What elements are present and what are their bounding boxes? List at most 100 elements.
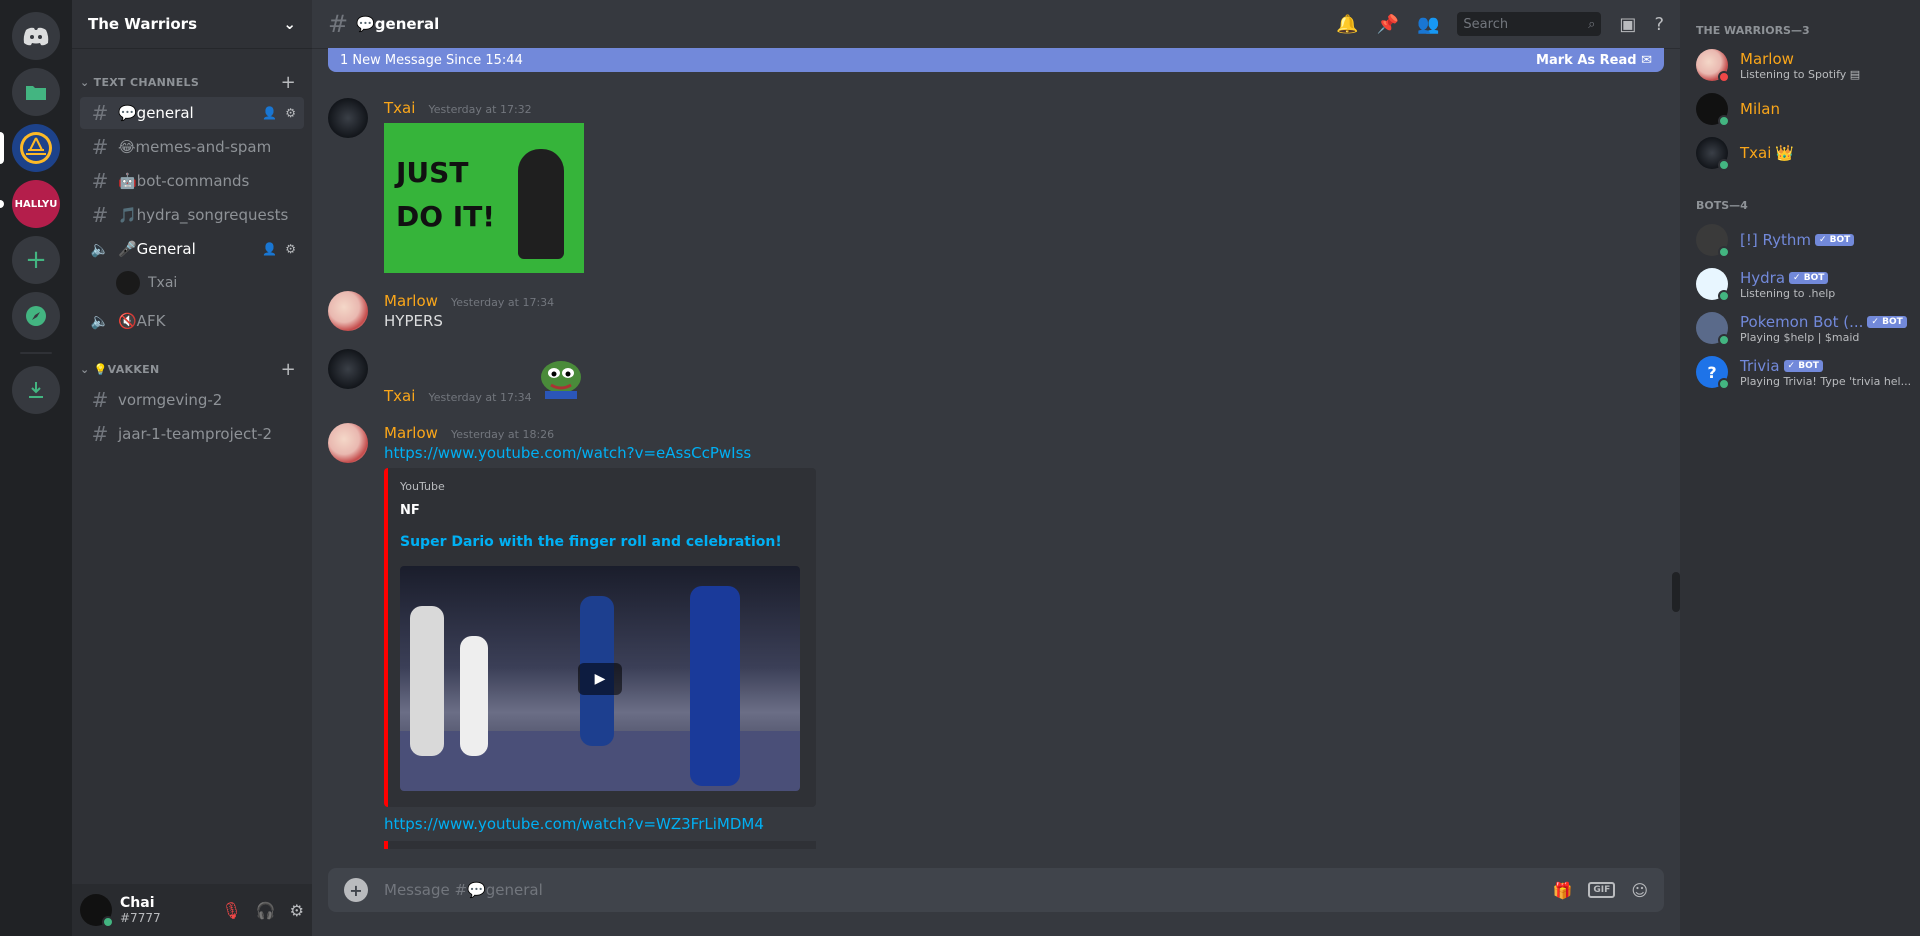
embed-title[interactable]: Super Dario with the finger roll and cel… — [400, 534, 800, 550]
channel-vormgeving[interactable]: # vormgeving-2 — [80, 384, 304, 416]
add-channel-icon[interactable]: + — [281, 72, 296, 93]
avatar[interactable] — [328, 349, 368, 389]
add-channel-icon[interactable]: + — [281, 359, 296, 380]
message-composer[interactable]: + Message #💬general 🎁 GIF ☺ — [328, 868, 1664, 912]
gif-text-line: JUST — [396, 156, 469, 189]
pepe-emoji[interactable] — [537, 353, 585, 401]
message-author[interactable]: Marlow — [384, 292, 438, 310]
bot-badge: ✓ BOT — [1783, 359, 1823, 372]
member-item[interactable]: Pokemon Bot (... ✓ BOT Playing $help | $m… — [1696, 306, 1912, 350]
help-icon[interactable]: ? — [1654, 14, 1664, 35]
headphones-icon[interactable]: 🎧 — [256, 901, 276, 920]
mark-as-read-button[interactable]: Mark As Read — [1536, 53, 1637, 68]
member-item[interactable]: Hydra ✓ BOT Listening to .help — [1696, 262, 1912, 306]
message-input[interactable]: Message #💬general — [384, 881, 1553, 899]
hash-icon: # — [91, 388, 109, 412]
discord-home-icon[interactable] — [12, 12, 60, 60]
server-hallyu-icon[interactable]: HALLYU — [0, 180, 60, 228]
member-item[interactable]: Marlow Listening to Spotify ▤ — [1696, 43, 1912, 87]
chevron-down-icon: ⌄ — [283, 15, 296, 33]
channel-hydra[interactable]: # 🎵hydra_songrequests — [80, 199, 304, 231]
online-status-icon — [1718, 115, 1730, 127]
member-item[interactable]: [!] Rythm ✓ BOT — [1696, 218, 1912, 262]
online-status-icon — [1718, 159, 1730, 171]
add-server-icon[interactable]: + — [12, 236, 60, 284]
avatar[interactable] — [328, 98, 368, 138]
search-input[interactable]: Search ⌕ — [1457, 12, 1602, 36]
channel-memes[interactable]: # 😂memes-and-spam — [80, 131, 304, 163]
voice-channel-afk[interactable]: 🔈 🔇AFK — [80, 305, 304, 337]
member-item[interactable]: ? Trivia ✓ BOT Playing Trivia! Type 'triv… — [1696, 350, 1912, 394]
online-status-icon — [1718, 290, 1730, 302]
new-messages-banner[interactable]: 1 New Message Since 15:44 Mark As Read ✉ — [328, 48, 1664, 72]
category-label: 💡VAKKEN — [93, 363, 160, 376]
folder-icon[interactable] — [12, 68, 60, 116]
invite-icon[interactable]: 👤 — [262, 106, 277, 120]
member-name: Pokemon Bot (... — [1740, 312, 1864, 331]
server-header[interactable]: The Warriors ⌄ — [72, 0, 312, 48]
member-item[interactable]: Milan — [1696, 87, 1912, 131]
bell-icon[interactable]: 🔔 — [1336, 14, 1358, 35]
avatar — [1696, 312, 1730, 346]
video-thumbnail[interactable]: ▶ — [400, 566, 800, 791]
chat-area: # 💬general 🔔 📌 👥 Search ⌕ ▣ ? 1 New Mess… — [312, 0, 1680, 936]
scrollbar-thumb[interactable] — [1672, 572, 1680, 612]
player-figure — [690, 586, 740, 786]
explore-servers-icon[interactable] — [12, 292, 60, 340]
gift-icon[interactable]: 🎁 — [1553, 881, 1573, 900]
just-do-it-gif[interactable]: JUST DO IT! — [384, 123, 584, 273]
member-item[interactable]: Txai 👑 — [1696, 131, 1912, 175]
new-messages-text: 1 New Message Since 15:44 — [340, 52, 523, 68]
embed-provider[interactable]: YouTube — [400, 480, 800, 493]
emoji-icon[interactable]: ☺ — [1631, 881, 1648, 900]
invite-icon[interactable]: 👤 — [262, 242, 277, 256]
mute-mic-icon[interactable]: 🎙 — [221, 901, 241, 920]
channel-label: 🤖bot-commands — [118, 172, 250, 190]
gear-icon[interactable]: ⚙ — [285, 242, 296, 256]
hash-icon: # — [91, 169, 109, 193]
download-apps-icon[interactable] — [12, 366, 60, 414]
gif-text-line: DO IT! — [396, 200, 496, 233]
member-name: Marlow — [1740, 49, 1794, 68]
category-vakken[interactable]: ⌄ 💡VAKKEN + — [80, 339, 304, 384]
user-avatar[interactable] — [80, 894, 114, 928]
youtube-link[interactable]: https://www.youtube.com/watch?v=eAssCcPw… — [384, 444, 816, 462]
crown-icon: 👑 — [1775, 144, 1795, 162]
avatar — [116, 271, 140, 295]
inbox-icon[interactable]: ▣ — [1619, 14, 1636, 35]
member-list: THE WARRIORS—3 Marlow Listening to Spoti… — [1680, 0, 1920, 936]
message-author[interactable]: Txai — [384, 387, 415, 405]
avatar[interactable] — [328, 423, 368, 463]
message: Txai Yesterday at 17:32 JUST DO IT! — [328, 98, 1664, 273]
avatar[interactable] — [328, 291, 368, 331]
message-author[interactable]: Marlow — [384, 424, 438, 442]
gif-icon[interactable]: GIF — [1588, 882, 1616, 898]
embed-author[interactable]: NF — [400, 503, 800, 518]
gear-icon[interactable]: ⚙ — [285, 106, 296, 120]
rail-separator — [20, 352, 52, 354]
pin-icon[interactable]: 📌 — [1377, 14, 1399, 35]
voice-channel-general[interactable]: 🔈 🎤General 👤 ⚙ — [80, 233, 304, 265]
youtube-link[interactable]: https://www.youtube.com/watch?v=WZ3FrLiM… — [384, 815, 816, 833]
channel-bot-commands[interactable]: # 🤖bot-commands — [80, 165, 304, 197]
bot-badge: ✓ BOT — [1789, 271, 1829, 284]
play-button-icon[interactable]: ▶ — [578, 662, 622, 695]
online-status-icon — [1718, 246, 1730, 258]
avatar — [1696, 224, 1730, 258]
channel-label: 💬general — [118, 104, 194, 122]
settings-gear-icon[interactable]: ⚙ — [290, 901, 304, 920]
channel-list: ⌄ TEXT CHANNELS + # 💬general 👤 ⚙ # 😂memes… — [72, 48, 312, 884]
category-text-channels[interactable]: ⌄ TEXT CHANNELS + — [80, 56, 304, 97]
hash-icon: # — [91, 422, 109, 446]
channel-jaar[interactable]: # jaar-1-teamproject-2 — [80, 418, 304, 450]
server-warriors-icon[interactable] — [0, 124, 60, 172]
message-timestamp: Yesterday at 17:34 — [451, 296, 555, 309]
message: Txai Yesterday at 17:34 — [328, 349, 1664, 405]
members-icon[interactable]: 👥 — [1417, 14, 1439, 35]
youtube-embed-partial — [384, 841, 816, 849]
user-name: Chai — [120, 895, 155, 911]
message-author[interactable]: Txai — [384, 99, 415, 117]
voice-user-txai[interactable]: Txai — [80, 267, 304, 299]
upload-plus-icon[interactable]: + — [344, 878, 368, 902]
channel-general[interactable]: # 💬general 👤 ⚙ — [80, 97, 304, 129]
